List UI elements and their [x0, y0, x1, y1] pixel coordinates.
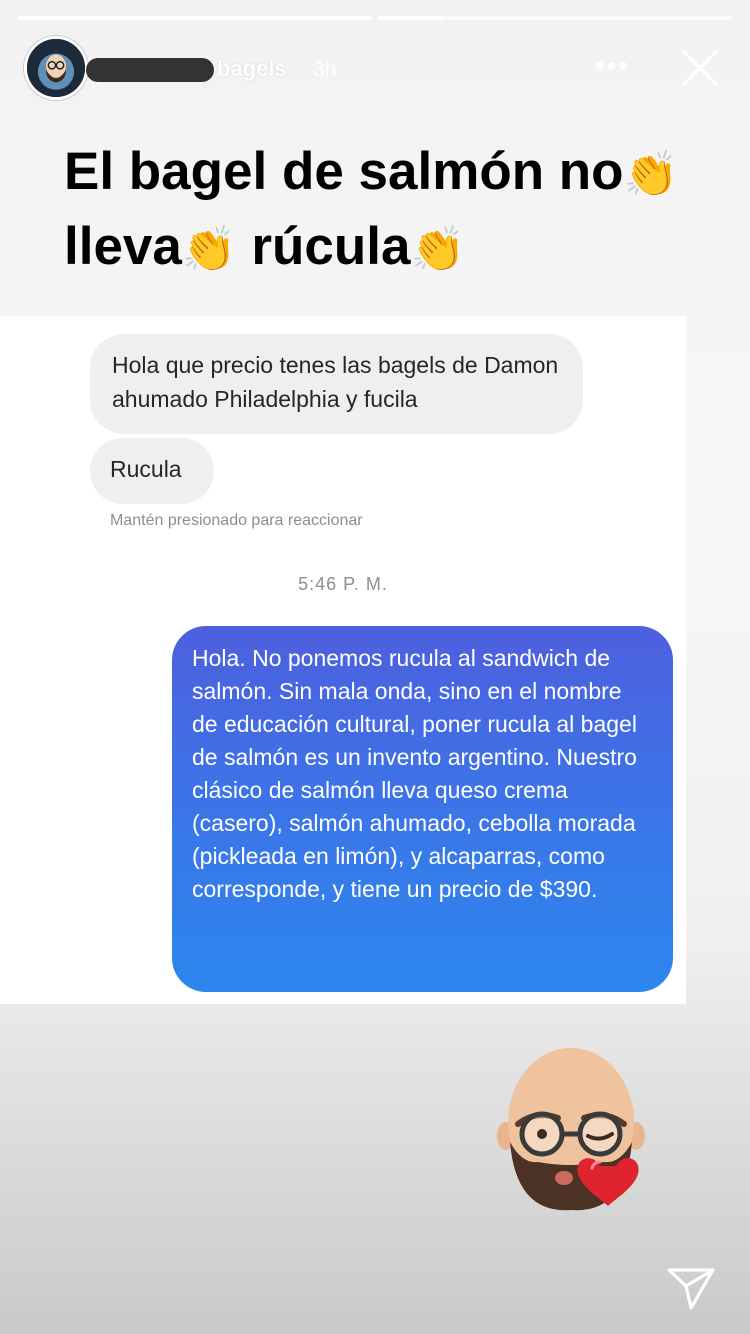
clapping-hands-icon: 👏 — [410, 225, 466, 274]
headline-line1: El bagel de salmón no — [64, 142, 624, 201]
incoming-message: Hola que precio tenes las bagels de Damo… — [90, 334, 583, 434]
progress-fill-2 — [378, 16, 442, 20]
memoji-kiss-sticker-icon[interactable] — [496, 1044, 646, 1214]
story-header: bagels 3h ••• — [22, 36, 728, 102]
outgoing-message: Hola. No ponemos rucula al sandwich de s… — [172, 626, 673, 992]
progress-segment-2 — [378, 16, 732, 20]
clapping-hands-icon: 👏 — [181, 225, 237, 274]
story-headline: El bagel de salmón no👏 lleva👏 rúcula👏 — [64, 136, 704, 286]
clapping-hands-icon: 👏 — [623, 150, 679, 199]
react-hint: Mantén presionado para reaccionar — [110, 512, 363, 529]
story-progress — [18, 16, 732, 20]
more-options-button[interactable]: ••• — [595, 50, 630, 82]
incoming-message: Rucula — [90, 438, 214, 504]
message-timestamp: 5:46 P. M. — [298, 574, 388, 594]
headline-word-lleva: lleva — [64, 217, 182, 276]
headline-word-rucula: rúcula — [251, 217, 411, 276]
redacted-name — [86, 58, 214, 82]
time-ago: 3h — [313, 58, 337, 81]
profile-avatar-icon[interactable] — [24, 36, 88, 100]
chat-screenshot: Hola que precio tenes las bagels de Damo… — [0, 316, 686, 1004]
progress-segment-1 — [18, 16, 372, 20]
close-icon[interactable] — [680, 48, 720, 88]
send-paper-plane-icon[interactable] — [666, 1266, 716, 1312]
username[interactable]: bagels — [217, 56, 287, 82]
progress-fill-1 — [18, 16, 372, 20]
